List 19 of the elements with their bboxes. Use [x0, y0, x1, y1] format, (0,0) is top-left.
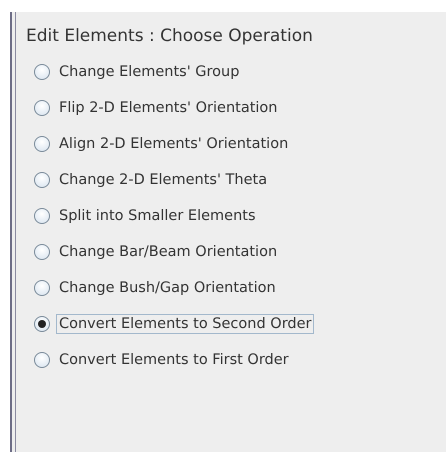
radio-button[interactable] — [34, 316, 50, 332]
option-label[interactable]: Align 2-D Elements' Orientation — [56, 134, 292, 154]
panel-title: Edit Elements : Choose Operation — [26, 26, 314, 46]
radio-button[interactable] — [34, 100, 50, 116]
option-label[interactable]: Flip 2-D Elements' Orientation — [56, 98, 280, 118]
option-label[interactable]: Change Elements' Group — [56, 62, 242, 82]
radio-button[interactable] — [34, 136, 50, 152]
radio-button[interactable] — [34, 280, 50, 296]
option-label[interactable]: Change 2-D Elements' Theta — [56, 170, 270, 190]
option-label[interactable]: Change Bush/Gap Orientation — [56, 278, 279, 298]
radio-button[interactable] — [34, 64, 50, 80]
option-label[interactable]: Split into Smaller Elements — [56, 206, 258, 226]
radio-button[interactable] — [34, 352, 50, 368]
radio-button[interactable] — [34, 172, 50, 188]
option-label[interactable]: Convert Elements to First Order — [56, 350, 292, 370]
option-label[interactable]: Convert Elements to Second Order — [56, 314, 314, 334]
radio-button[interactable] — [34, 244, 50, 260]
radio-button[interactable] — [34, 208, 50, 224]
option-label[interactable]: Change Bar/Beam Orientation — [56, 242, 280, 262]
